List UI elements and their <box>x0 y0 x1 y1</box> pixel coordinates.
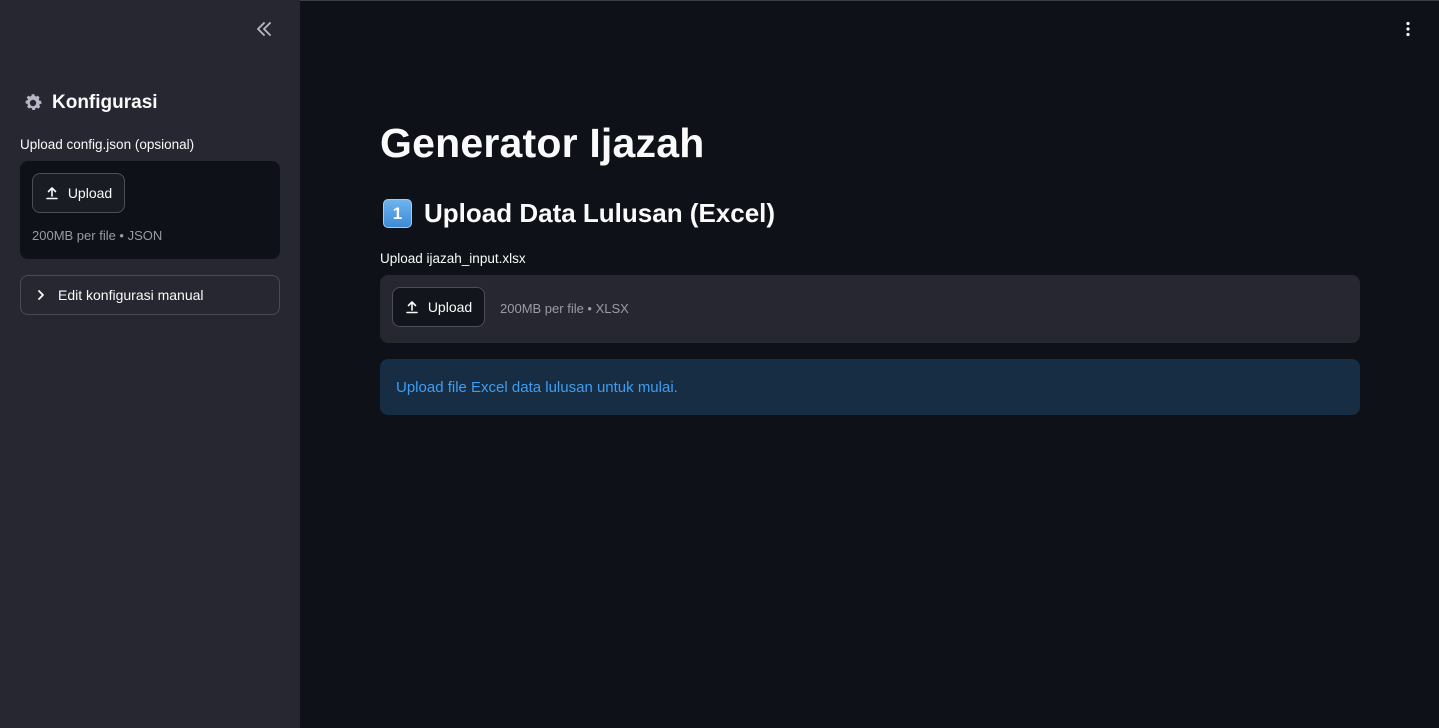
excel-upload-hint: 200MB per file • XLSX <box>500 301 629 316</box>
edit-config-expander-label: Edit konfigurasi manual <box>58 287 204 303</box>
chevron-right-icon <box>35 289 47 301</box>
upload-icon <box>405 300 419 314</box>
excel-upload-dropzone[interactable]: Upload 200MB per file • XLSX <box>380 275 1360 343</box>
page-title: Generator Ijazah <box>380 120 705 166</box>
config-upload-button-label: Upload <box>67 185 113 201</box>
section-header: 1 Upload Data Lulusan (Excel) <box>383 198 775 229</box>
sidebar: Konfigurasi Upload config.json (opsional… <box>0 0 300 728</box>
config-upload-label: Upload config.json (opsional) <box>20 137 195 152</box>
excel-upload-button[interactable]: Upload <box>392 287 485 327</box>
config-upload-hint: 200MB per file • JSON <box>32 228 163 243</box>
upload-icon <box>45 186 59 200</box>
vertical-dots-icon <box>1405 21 1411 42</box>
main-menu-button[interactable] <box>1398 21 1418 41</box>
info-alert: Upload file Excel data lulusan untuk mul… <box>380 359 1360 415</box>
info-alert-text: Upload file Excel data lulusan untuk mul… <box>396 378 678 396</box>
excel-upload-label: Upload ijazah_input.xlsx <box>380 251 526 266</box>
gear-icon <box>22 92 44 114</box>
config-upload-dropzone[interactable]: Upload 200MB per file • JSON <box>20 161 280 259</box>
double-chevron-left-icon <box>256 21 272 41</box>
collapse-sidebar-button[interactable] <box>252 20 276 42</box>
config-upload-button[interactable]: Upload <box>32 173 125 213</box>
edit-config-expander[interactable]: Edit konfigurasi manual <box>20 275 280 315</box>
keycap-number-icon: 1 <box>383 199 412 228</box>
sidebar-title-text: Konfigurasi <box>52 92 158 113</box>
excel-upload-button-label: Upload <box>427 299 473 315</box>
section-title: Upload Data Lulusan (Excel) <box>424 198 776 228</box>
sidebar-title: Konfigurasi <box>22 92 158 114</box>
